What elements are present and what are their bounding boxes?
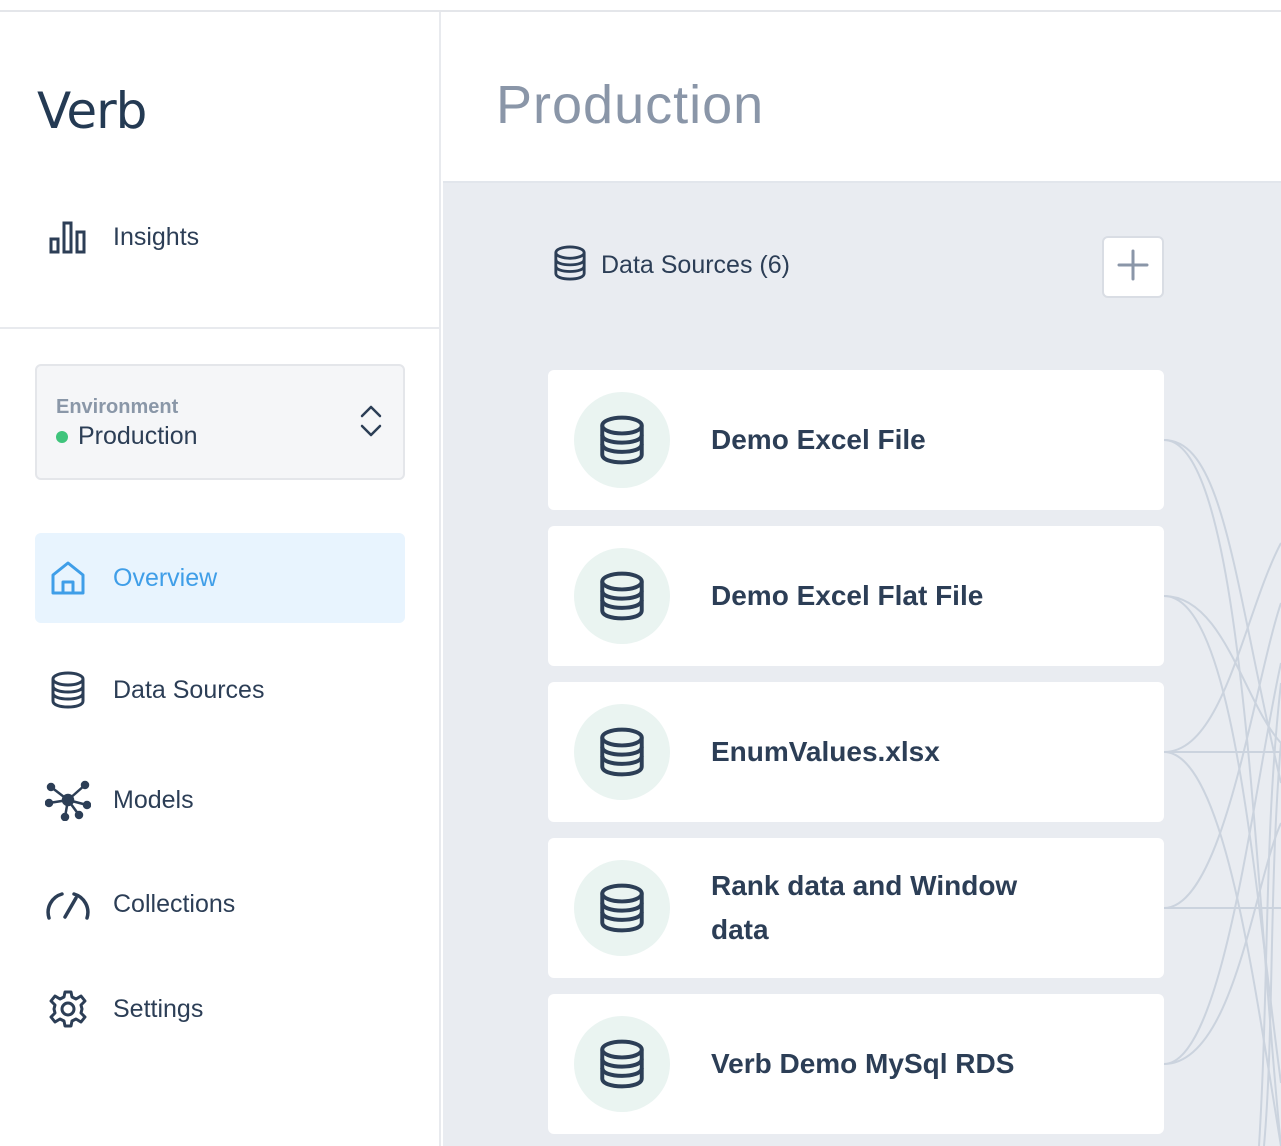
data-source-name: EnumValues.xlsx xyxy=(711,736,940,767)
data-source-name: Demo Excel File xyxy=(711,424,926,455)
data-source-name: Verb Demo MySql RDS xyxy=(711,1048,1015,1079)
data-source-card[interactable]: Rank data and Window data xyxy=(548,838,1164,978)
environment-selector[interactable]: Environment Production xyxy=(35,364,405,480)
sidebar-item-data-sources[interactable]: Data Sources xyxy=(35,645,405,735)
data-source-name: Rank data and Window data xyxy=(711,870,1018,945)
home-icon xyxy=(35,560,101,596)
database-icon xyxy=(574,392,670,488)
database-icon xyxy=(574,548,670,644)
sidebar-item-label: Data Sources xyxy=(113,675,265,704)
sidebar-item-settings[interactable]: Settings xyxy=(35,964,405,1054)
sidebar-item-overview[interactable]: Overview xyxy=(35,533,405,623)
sidebar-item-label: Overview xyxy=(113,563,218,592)
sidebar-item-label: Collections xyxy=(113,889,236,918)
sidebar-item-label: Settings xyxy=(113,994,204,1023)
main-panel: Data Sources (6) Demo Excel File Demo Ex… xyxy=(443,183,1281,1146)
database-icon xyxy=(574,860,670,956)
bar-chart-icon xyxy=(35,220,101,254)
sidebar-item-collections[interactable]: Collections xyxy=(35,859,405,949)
database-icon xyxy=(553,245,587,286)
network-icon xyxy=(35,779,101,821)
environment-label: Environment xyxy=(56,396,179,418)
sidebar-item-insights[interactable]: Insights xyxy=(35,192,405,282)
database-icon xyxy=(574,704,670,800)
sidebar: Verb Insights Environment Production Ove… xyxy=(0,12,441,1146)
data-source-card[interactable]: EnumValues.xlsx xyxy=(548,682,1164,822)
data-source-card[interactable]: Demo Excel Flat File xyxy=(548,526,1164,666)
database-icon xyxy=(35,671,101,709)
connection-lines xyxy=(1164,439,1281,1146)
environment-value: Production xyxy=(56,422,198,451)
add-data-source-button[interactable] xyxy=(1102,236,1164,298)
sidebar-item-models[interactable]: Models xyxy=(35,755,405,845)
sidebar-divider xyxy=(0,327,441,329)
data-source-card[interactable]: Demo Excel File xyxy=(548,370,1164,510)
chevron-up-down-icon xyxy=(359,404,383,443)
environment-name: Production xyxy=(78,422,198,450)
data-source-name: Demo Excel Flat File xyxy=(711,580,984,611)
sidebar-item-label: Insights xyxy=(113,222,200,251)
status-dot-icon xyxy=(56,430,68,443)
app-logo[interactable]: Verb xyxy=(37,82,147,140)
gauge-icon xyxy=(35,888,101,920)
data-sources-header: Data Sources (6) xyxy=(553,245,790,286)
data-source-card[interactable]: Verb Demo MySql RDS xyxy=(548,994,1164,1134)
sidebar-item-label: Models xyxy=(113,785,194,814)
page-header: Production xyxy=(443,12,1281,183)
gear-icon xyxy=(35,989,101,1029)
data-sources-count: Data Sources (6) xyxy=(601,251,790,279)
plus-icon xyxy=(1117,249,1149,286)
page-title: Production xyxy=(496,75,765,135)
database-icon xyxy=(574,1016,670,1112)
